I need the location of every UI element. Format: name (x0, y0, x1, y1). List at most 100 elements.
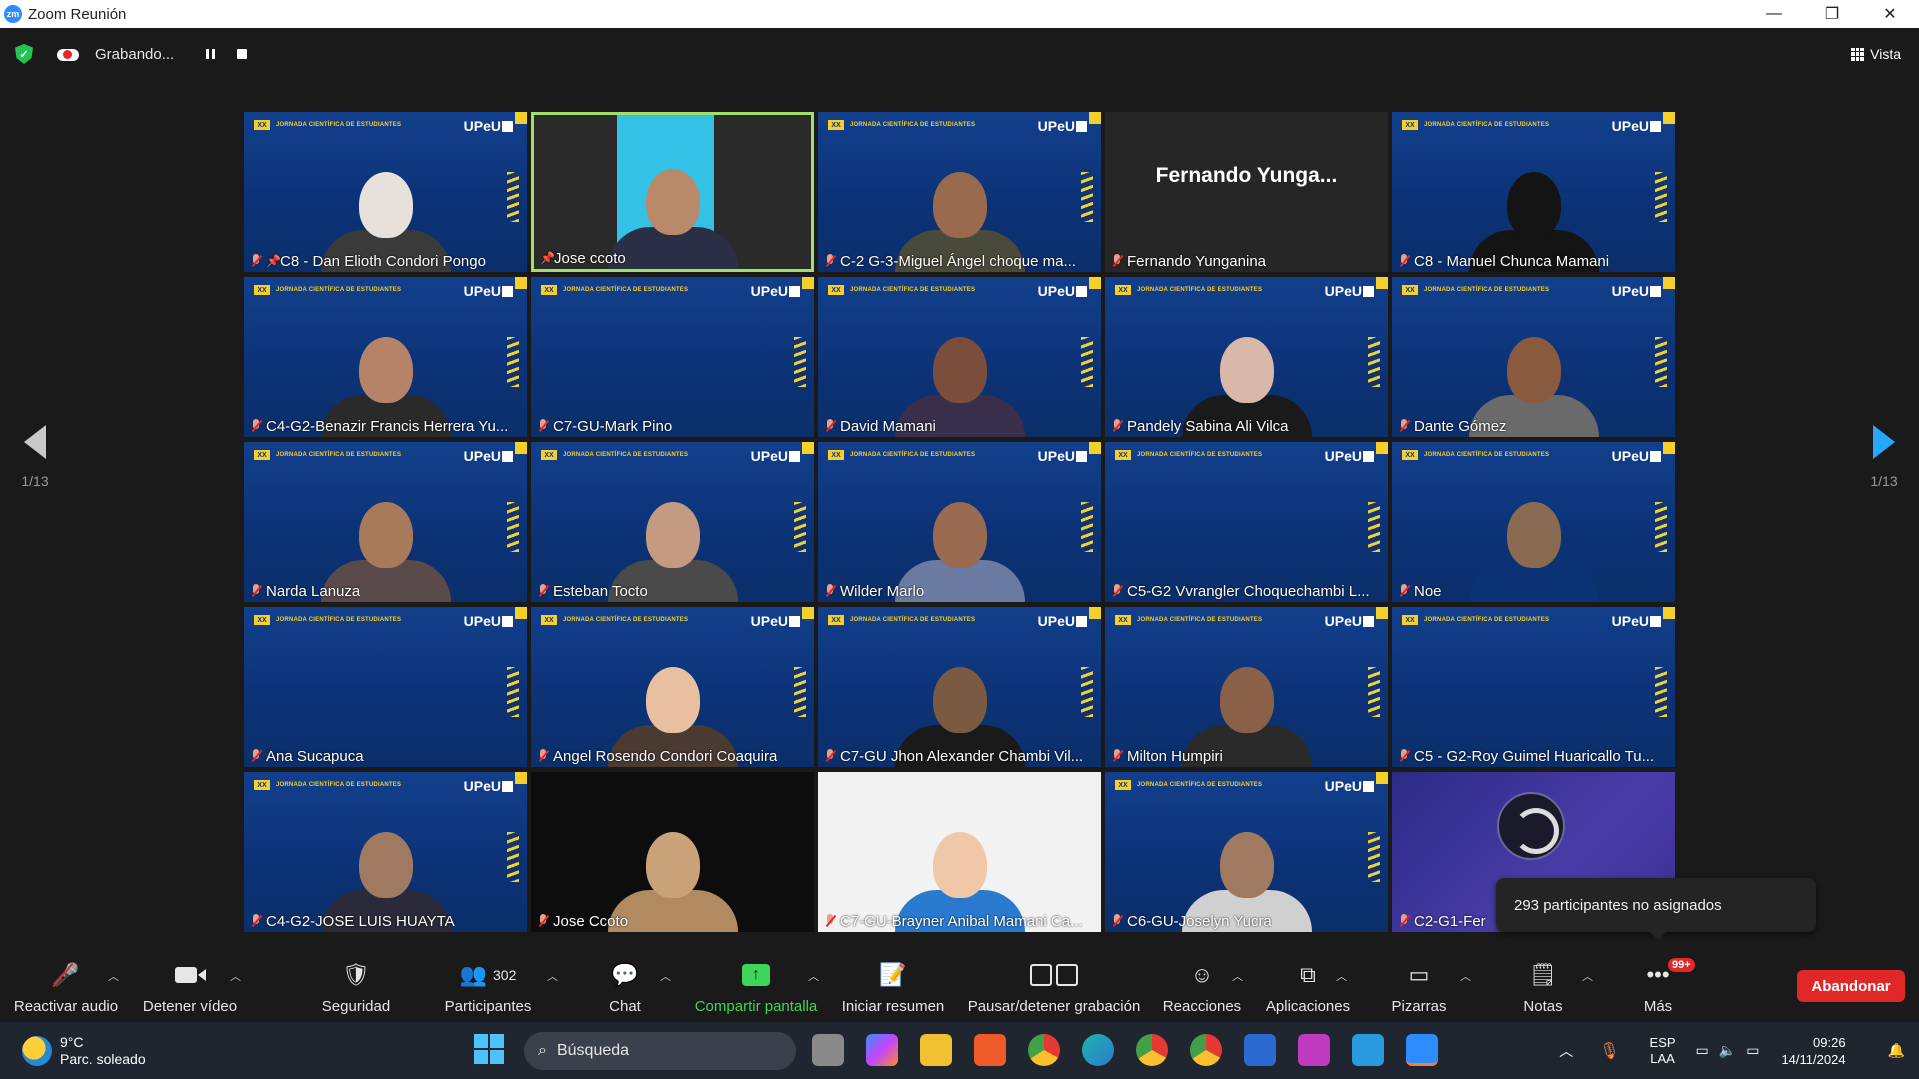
chat-button[interactable]: 💬 Chat (600, 960, 650, 1015)
weather-widget[interactable]: 9°C Parc. soleado (22, 1034, 146, 1068)
unmute-audio-button[interactable]: 🎤 Reactivar audio (12, 960, 120, 1015)
participant-tile[interactable]: XX JORNADA CIENTÍFICA DE ESTUDIANTES UPeU 📌… (244, 112, 527, 272)
participant-tile[interactable]: XX JORNADA CIENTÍFICA DE ESTUDIANTES UPeU C… (244, 277, 527, 437)
notification-bell-icon[interactable]: 🔔 (1888, 1042, 1905, 1059)
event-badge: XX (1115, 780, 1131, 790)
restore-icon[interactable]: ❐ (1803, 0, 1861, 28)
previous-page-button[interactable]: 1/13 (5, 425, 65, 489)
clock-time: 09:26 (1813, 1034, 1846, 1050)
participant-tile[interactable]: XX JORNADA CIENTÍFICA DE ESTUDIANTES UPeU N… (1392, 442, 1675, 602)
participant-name-bar: C5 - G2-Roy Guimel Huaricallo Tu... (1392, 745, 1654, 767)
participant-name-bar: C7-GU Jhon Alexander Chambi Vil... (818, 745, 1083, 767)
banner-corner-accent (802, 442, 814, 454)
store-icon[interactable] (1244, 1034, 1276, 1066)
file-explorer-icon[interactable] (920, 1034, 952, 1066)
windows-start-icon[interactable] (474, 1034, 504, 1064)
banner-corner-accent (1089, 607, 1101, 619)
participant-tile[interactable]: 📌 Jose ccoto (531, 112, 814, 272)
participant-tile[interactable]: Jose Ccoto (531, 772, 814, 932)
minimize-icon[interactable]: — (1745, 0, 1803, 28)
brave-browser-icon[interactable] (974, 1034, 1006, 1066)
participant-tile[interactable]: XX JORNADA CIENTÍFICA DE ESTUDIANTES UPeU D… (1392, 277, 1675, 437)
whiteboards-button[interactable]: ▭ Pizarras (1384, 960, 1454, 1015)
view-button[interactable]: Vista (1851, 28, 1901, 80)
participants-options-caret-icon[interactable]: ︿ (547, 968, 558, 984)
chrome-profile-3-icon[interactable] (1190, 1034, 1222, 1066)
participant-display-name: Fernando Yunga... (1155, 164, 1338, 187)
banner-corner-mark (1650, 121, 1661, 132)
participant-tile[interactable]: XX JORNADA CIENTÍFICA DE ESTUDIANTES UPeU C… (244, 772, 527, 932)
participant-tile[interactable]: Fernando Yunga... Fernando Yunganina (1105, 112, 1388, 272)
participant-tile[interactable]: XX JORNADA CIENTÍFICA DE ESTUDIANTES UPeU C… (818, 607, 1101, 767)
share-options-caret-icon[interactable]: ︿ (808, 968, 819, 984)
event-badge: XX (254, 120, 270, 130)
banner-corner-mark (1363, 286, 1374, 297)
banner-corner-accent (515, 442, 527, 454)
participant-name: Narda Lanuza (266, 582, 361, 600)
weather-sun-icon (22, 1036, 52, 1066)
banner-corner-mark (1363, 616, 1374, 627)
muted-microphone-icon (1398, 419, 1410, 433)
pause-recording-icon[interactable] (206, 49, 216, 59)
participant-tile[interactable]: C7-GU-Brayner Anibal Mamani Ca... (818, 772, 1101, 932)
chrome-profile-2-icon[interactable] (1136, 1034, 1168, 1066)
participant-tile[interactable]: XX JORNADA CIENTÍFICA DE ESTUDIANTES UPeU C… (1105, 442, 1388, 602)
taskbar-search[interactable]: ⌕ Búsqueda (524, 1032, 796, 1070)
copilot-icon[interactable] (866, 1034, 898, 1066)
share-screen-button[interactable]: ↑ Compartir pantalla (690, 960, 822, 1015)
volume-icon[interactable]: 🔈 (1719, 1042, 1736, 1059)
participant-tile[interactable]: XX JORNADA CIENTÍFICA DE ESTUDIANTES UPeU D… (818, 277, 1101, 437)
close-icon[interactable]: ✕ (1861, 0, 1919, 28)
grid-icon (1851, 47, 1865, 61)
notes-options-caret-icon[interactable]: ︿ (1582, 968, 1593, 984)
event-banner-text: JORNADA CIENTÍFICA DE ESTUDIANTES (1137, 617, 1263, 623)
participant-name: Angel Rosendo Condori Coaquira (553, 747, 778, 765)
pause-stop-recording-button[interactable]: Pausar/detener grabación (964, 960, 1144, 1015)
reactions-options-caret-icon[interactable]: ︿ (1232, 968, 1243, 984)
task-view-icon[interactable] (812, 1034, 844, 1066)
participant-tile[interactable]: XX JORNADA CIENTÍFICA DE ESTUDIANTES UPeU C… (818, 112, 1101, 272)
stop-video-button[interactable]: Detener vídeo (140, 960, 240, 1015)
whiteboards-options-caret-icon[interactable]: ︿ (1460, 968, 1471, 984)
battery-icon[interactable]: ▭ (1746, 1042, 1759, 1059)
encryption-shield-icon[interactable]: ✓ (15, 44, 33, 64)
participant-tile[interactable]: XX JORNADA CIENTÍFICA DE ESTUDIANTES UPeU M… (1105, 607, 1388, 767)
event-banner: XX JORNADA CIENTÍFICA DE ESTUDIANTES (254, 450, 401, 460)
leave-meeting-button[interactable]: Abandonar (1797, 970, 1905, 1002)
participant-tile[interactable]: XX JORNADA CIENTÍFICA DE ESTUDIANTES UPeU C… (531, 277, 814, 437)
next-page-button[interactable]: 1/13 (1854, 425, 1914, 489)
participant-tile[interactable]: XX JORNADA CIENTÍFICA DE ESTUDIANTES UPeU W… (818, 442, 1101, 602)
input-language[interactable]: ESP LAA (1650, 1035, 1676, 1067)
apps-options-caret-icon[interactable]: ︿ (1336, 968, 1347, 984)
participant-tile[interactable]: XX JORNADA CIENTÍFICA DE ESTUDIANTES UPeU P… (1105, 277, 1388, 437)
network-icon[interactable]: ▭ (1696, 1042, 1709, 1059)
participant-name-bar: C4-G2-Benazir Francis Herrera Yu... (244, 415, 508, 437)
system-clock[interactable]: 09:26 14/11/2024 (1781, 1034, 1845, 1068)
security-button[interactable]: 🛡 Seguridad (312, 960, 400, 1015)
microphone-in-use-icon[interactable]: 🎙 (1599, 1041, 1619, 1061)
audio-options-caret-icon[interactable]: ︿ (108, 968, 119, 984)
participant-tile[interactable]: XX JORNADA CIENTÍFICA DE ESTUDIANTES UPeU C… (1392, 607, 1675, 767)
chat-options-caret-icon[interactable]: ︿ (660, 968, 671, 984)
participant-tile[interactable]: XX JORNADA CIENTÍFICA DE ESTUDIANTES UPeU A… (531, 607, 814, 767)
participant-tile[interactable]: XX JORNADA CIENTÍFICA DE ESTUDIANTES UPeU N… (244, 442, 527, 602)
stop-recording-icon[interactable] (237, 49, 248, 59)
zoom-taskbar-icon[interactable] (1406, 1034, 1438, 1066)
participant-tile[interactable]: XX JORNADA CIENTÍFICA DE ESTUDIANTES UPeU A… (244, 607, 527, 767)
participant-tile[interactable]: XX JORNADA CIENTÍFICA DE ESTUDIANTES UPeU C… (1105, 772, 1388, 932)
security-label: Seguridad (321, 998, 391, 1015)
participants-button[interactable]: 👥 302 Participantes (438, 960, 538, 1015)
start-summary-button[interactable]: 📝 Iniciar resumen (838, 960, 948, 1015)
video-options-caret-icon[interactable]: ︿ (230, 968, 241, 984)
muted-microphone-icon (537, 419, 549, 433)
search-placeholder: Búsqueda (556, 1042, 630, 1059)
participants-label: Participantes (444, 998, 532, 1015)
tray-overflow-chevron-icon[interactable]: ︿ (1559, 1041, 1573, 1061)
photos-icon[interactable] (1298, 1034, 1330, 1066)
edge-icon[interactable] (1082, 1034, 1114, 1066)
chrome-icon[interactable] (1028, 1034, 1060, 1066)
participant-tile[interactable]: XX JORNADA CIENTÍFICA DE ESTUDIANTES UPeU E… (531, 442, 814, 602)
notes-button[interactable]: 🗒 Notas (1516, 960, 1570, 1015)
cloud-app-icon[interactable] (1352, 1034, 1384, 1066)
participant-tile[interactable]: XX JORNADA CIENTÍFICA DE ESTUDIANTES UPeU C… (1392, 112, 1675, 272)
